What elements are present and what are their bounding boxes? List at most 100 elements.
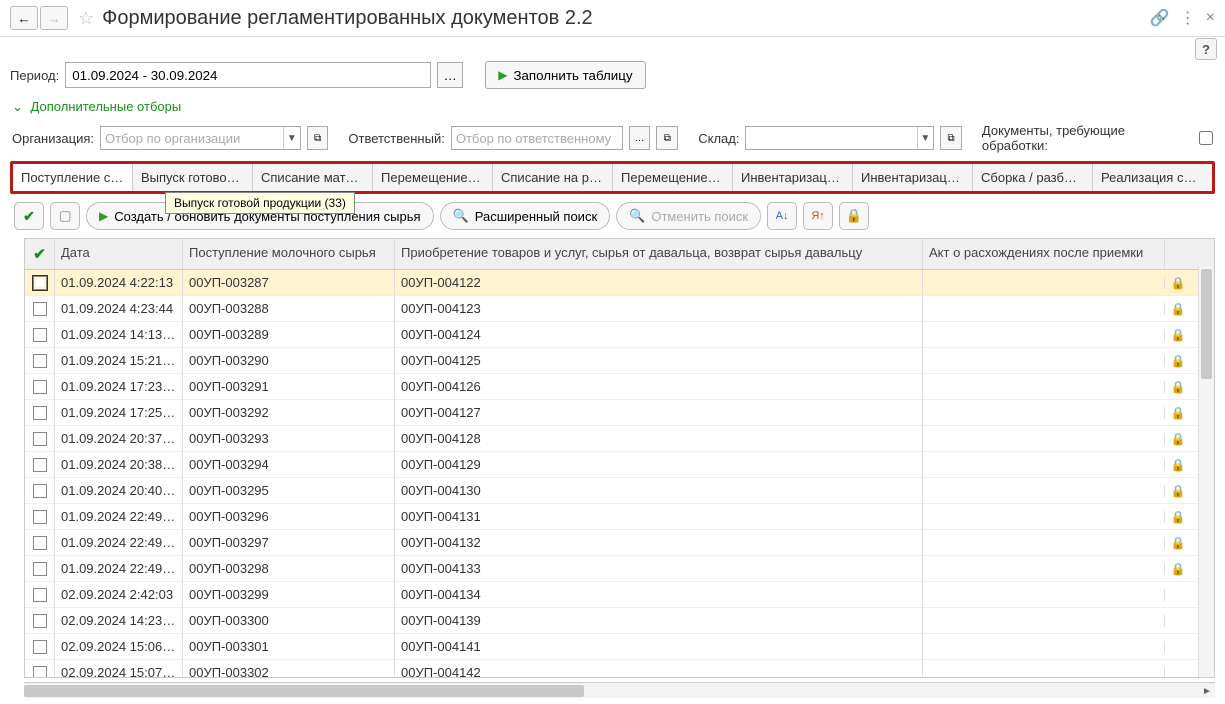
cell-doc1: 00УП-003293	[183, 425, 395, 452]
row-checkbox[interactable]	[25, 322, 55, 348]
sort-za-button[interactable]: Я↑	[803, 202, 833, 230]
table-row[interactable]: 02.09.2024 2:42:0300УП-00329900УП-004134	[25, 582, 1214, 608]
row-checkbox[interactable]	[25, 452, 55, 478]
table-row[interactable]: 01.09.2024 4:22:1300УП-00328700УП-004122…	[25, 270, 1214, 296]
tab-move-1[interactable]: Перемещение …	[373, 164, 493, 191]
cell-doc3	[923, 355, 1165, 367]
table-row[interactable]: 01.09.2024 22:49:2200УП-00329600УП-00413…	[25, 504, 1214, 530]
cell-date: 01.09.2024 22:49:24	[55, 555, 183, 582]
row-checkbox[interactable]	[25, 660, 55, 678]
tab-inventory-2[interactable]: Инвентаризаци…	[853, 164, 973, 191]
table-row[interactable]: 02.09.2024 14:23:2700УП-00330000УП-00413…	[25, 608, 1214, 634]
row-checkbox[interactable]	[25, 374, 55, 400]
table-row[interactable]: 02.09.2024 15:07:4100УП-00330200УП-00414…	[25, 660, 1214, 677]
row-checkbox[interactable]	[25, 608, 55, 634]
lock-icon: 🔒	[1171, 276, 1186, 290]
col-doc2[interactable]: Приобретение товаров и услуг, сырья от д…	[395, 239, 923, 269]
cancel-search-button[interactable]: 🔍 Отменить поиск	[616, 202, 761, 230]
back-button[interactable]: ←	[10, 6, 38, 30]
col-date[interactable]: Дата	[55, 239, 183, 269]
tab-incoming[interactable]: Поступление с…	[13, 164, 133, 191]
period-input[interactable]	[65, 62, 431, 88]
deselect-all-button[interactable]: ▢	[50, 202, 80, 230]
resp-combo[interactable]	[451, 126, 623, 150]
favorite-icon[interactable]: ☆	[78, 8, 94, 29]
resp-picker-button[interactable]: …	[629, 126, 651, 150]
kebab-icon[interactable]: ⋮	[1180, 8, 1196, 28]
row-checkbox[interactable]	[25, 478, 55, 504]
cell-doc2: 00УП-004139	[395, 607, 923, 634]
tab-output[interactable]: Выпуск готовой…	[133, 164, 253, 191]
cell-doc2: 00УП-004129	[395, 451, 923, 478]
table-row[interactable]: 01.09.2024 20:40:0800УП-00329500УП-00413…	[25, 478, 1214, 504]
col-doc3[interactable]: Акт о расхождениях после приемки	[923, 239, 1165, 269]
row-checkbox[interactable]	[25, 634, 55, 660]
table-row[interactable]: 01.09.2024 20:38:0200УП-00329400УП-00412…	[25, 452, 1214, 478]
row-checkbox[interactable]	[25, 556, 55, 582]
table-row[interactable]: 01.09.2024 22:49:2300УП-00329700УП-00413…	[25, 530, 1214, 556]
cell-doc3	[923, 641, 1165, 653]
row-checkbox[interactable]	[25, 426, 55, 452]
cell-doc3	[923, 537, 1165, 549]
sklad-combo[interactable]: ▼	[745, 126, 934, 150]
row-checkbox[interactable]	[25, 348, 55, 374]
sort-az-button[interactable]: А↓	[767, 202, 797, 230]
org-input[interactable]	[101, 127, 283, 149]
table-row[interactable]: 01.09.2024 22:49:2400УП-00329800УП-00413…	[25, 556, 1214, 582]
table-row[interactable]: 01.09.2024 17:23:3400УП-00329100УП-00412…	[25, 374, 1214, 400]
tab-writeoff-mat[interactable]: Списание мате…	[253, 164, 373, 191]
sklad-open-button[interactable]: ⧉	[940, 126, 962, 150]
link-icon[interactable]: 🔗	[1150, 8, 1170, 28]
tab-assembly[interactable]: Сборка / разбо…	[973, 164, 1093, 191]
cell-doc3	[923, 485, 1165, 497]
col-check[interactable]: ✔	[25, 239, 55, 269]
table-row[interactable]: 01.09.2024 17:25:0300УП-00329200УП-00412…	[25, 400, 1214, 426]
cell-doc1: 00УП-003296	[183, 503, 395, 530]
period-picker-button[interactable]: …	[437, 62, 463, 88]
docs-need-checkbox[interactable]	[1199, 131, 1213, 145]
sort-asc-icon: А↓	[776, 210, 789, 222]
cell-doc2: 00УП-004127	[395, 399, 923, 426]
cell-doc1: 00УП-003287	[183, 270, 395, 296]
tab-realization[interactable]: Реализация сы…	[1093, 164, 1212, 191]
tab-writeoff-ra[interactable]: Списание на ра…	[493, 164, 613, 191]
help-button[interactable]: ?	[1195, 38, 1217, 60]
tab-inventory-1[interactable]: Инвентаризаци…	[733, 164, 853, 191]
horizontal-scrollbar[interactable]: ◄ ►	[24, 682, 1215, 698]
table-row[interactable]: 01.09.2024 15:21:4800УП-00329000УП-00412…	[25, 348, 1214, 374]
filters-row: Организация: ▼ ⧉ Ответственный: … ⧉ Скла…	[0, 119, 1225, 161]
cell-doc3	[923, 407, 1165, 419]
fill-table-button[interactable]: ▶ Заполнить таблицу	[485, 61, 645, 89]
row-checkbox[interactable]	[25, 530, 55, 556]
chevron-down-icon[interactable]: ▼	[283, 127, 300, 149]
row-checkbox[interactable]	[25, 582, 55, 608]
extra-filters-toggle[interactable]: ⌄ Дополнительные отборы	[0, 95, 1225, 119]
org-open-button[interactable]: ⧉	[307, 126, 329, 150]
lock-button[interactable]: 🔒	[839, 202, 869, 230]
row-checkbox[interactable]	[25, 296, 55, 322]
org-combo[interactable]: ▼	[100, 126, 301, 150]
chevron-down-icon[interactable]: ▼	[917, 127, 933, 149]
cell-lock: 🔒	[1165, 296, 1191, 322]
select-all-button[interactable]: ✔	[14, 202, 44, 230]
row-checkbox[interactable]	[25, 504, 55, 530]
vertical-scrollbar[interactable]	[1198, 267, 1214, 677]
advanced-search-button[interactable]: 🔍 Расширенный поиск	[440, 202, 611, 230]
resp-open-button[interactable]: ⧉	[656, 126, 678, 150]
resp-input[interactable]	[452, 127, 622, 149]
table-row[interactable]: 01.09.2024 4:23:4400УП-00328800УП-004123…	[25, 296, 1214, 322]
close-icon[interactable]: ×	[1206, 9, 1215, 27]
cell-date: 01.09.2024 14:13:00	[55, 321, 183, 348]
tab-move-2[interactable]: Перемещение т…	[613, 164, 733, 191]
sklad-input[interactable]	[746, 127, 916, 149]
col-doc1[interactable]: Поступление молочного сырья	[183, 239, 395, 269]
table-row[interactable]: 02.09.2024 15:06:2900УП-00330100УП-00414…	[25, 634, 1214, 660]
row-checkbox[interactable]	[25, 270, 55, 296]
cell-date: 01.09.2024 15:21:48	[55, 347, 183, 374]
scroll-thumb[interactable]	[24, 685, 584, 697]
table-row[interactable]: 01.09.2024 14:13:0000УП-00328900УП-00412…	[25, 322, 1214, 348]
table-row[interactable]: 01.09.2024 20:37:0800УП-00329300УП-00412…	[25, 426, 1214, 452]
scroll-right-icon[interactable]: ►	[1199, 683, 1215, 699]
row-checkbox[interactable]	[25, 400, 55, 426]
forward-button[interactable]: →	[40, 6, 68, 30]
